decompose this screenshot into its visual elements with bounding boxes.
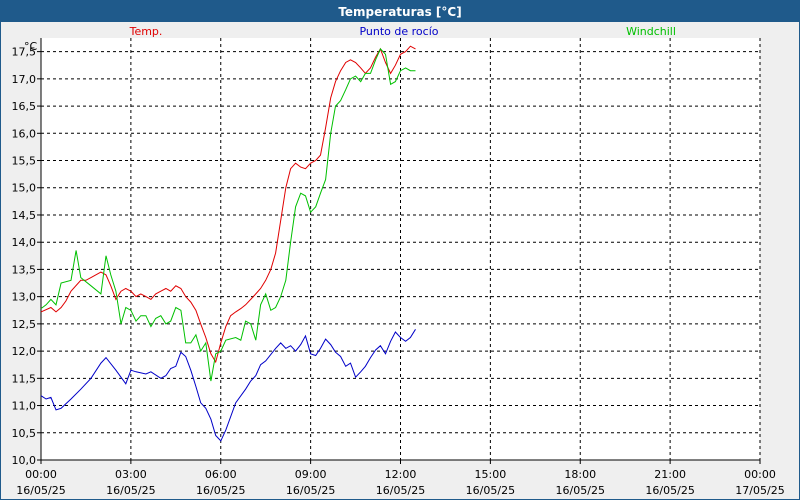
legend-entry-3: Windchill: [626, 25, 676, 38]
x-tick-label-time: 09:00: [295, 468, 327, 481]
x-tick-label-time: 15:00: [475, 468, 507, 481]
y-tick-label: 14,5: [12, 209, 37, 222]
x-tick-label-time: 12:00: [385, 468, 417, 481]
x-tick-label-date: 16/05/25: [466, 484, 515, 497]
y-axis-ticks: 10,0 10,5 11,0 11,5 12,0 12,5 13,0 13,5 14,0 14,5…: [12, 46, 41, 467]
x-tick-label-date: 16/05/25: [286, 484, 335, 497]
y-tick-label: 16,0: [12, 127, 37, 140]
y-tick-label: 15,5: [12, 155, 37, 168]
y-tick-label: 14,0: [12, 236, 37, 249]
x-tick-label-date: 17/05/25: [735, 484, 784, 497]
y-tick-label: 12,0: [12, 345, 37, 358]
y-tick-label: 17,0: [12, 73, 37, 86]
x-tick-label-date: 16/05/25: [106, 484, 155, 497]
x-tick-label-date: 16/05/25: [196, 484, 245, 497]
y-tick-label: 11,5: [12, 372, 37, 385]
legend: Temp. Punto de rocío Windchill: [129, 25, 676, 38]
x-tick-label-date: 16/05/25: [16, 484, 65, 497]
y-tick-label: 15,0: [12, 182, 37, 195]
y-tick-label: 16,5: [12, 100, 37, 113]
temperature-chart: 10,0 10,5 11,0 11,5 12,0 12,5 13,0 13,5 14,0 14,5…: [12, 25, 785, 497]
y-tick-label: 13,0: [12, 291, 37, 304]
x-tick-label-date: 16/05/25: [556, 484, 605, 497]
x-tick-label-time: 03:00: [115, 468, 147, 481]
x-tick-label-time: 06:00: [205, 468, 237, 481]
legend-entry-2: Punto de rocío: [359, 25, 438, 38]
x-axis-ticks: 00:00 16/05/25 03:00 16/05/25 06:00 16/05/25 0…: [16, 460, 785, 497]
y-tick-label: 13,5: [12, 263, 37, 276]
x-tick-label-time: 21:00: [654, 468, 686, 481]
y-axis-unit-label: °C: [24, 40, 38, 53]
y-tick-label: 11,0: [12, 400, 37, 413]
x-tick-label-time: 00:00: [25, 468, 57, 481]
y-tick-label: 12,5: [12, 318, 37, 331]
x-tick-label-time: 18:00: [564, 468, 596, 481]
y-tick-label: 10,5: [12, 427, 37, 440]
x-tick-label-date: 16/05/25: [376, 484, 425, 497]
x-tick-label-date: 16/05/25: [645, 484, 694, 497]
y-tick-label: 10,0: [12, 454, 37, 467]
x-tick-label-time: 00:00: [744, 468, 776, 481]
legend-entry-1: Temp.: [129, 25, 163, 38]
